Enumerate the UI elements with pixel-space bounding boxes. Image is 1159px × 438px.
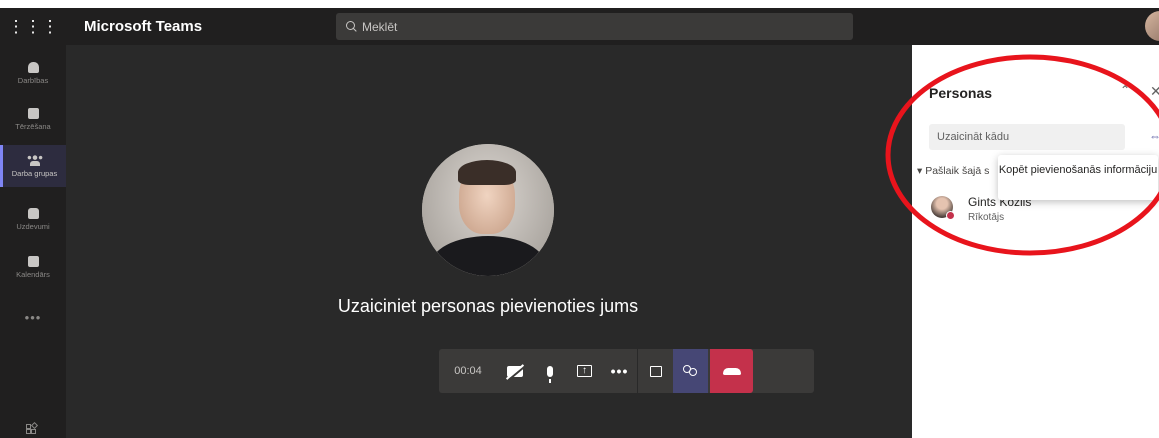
microphone-icon [546,365,553,383]
participants-icon [683,365,698,377]
title-bar: ⋮⋮⋮ Microsoft Teams Meklēt [0,8,1159,45]
show-conversation-button[interactable] [638,349,673,393]
chat-icon [27,107,39,119]
teams-icon [26,154,43,166]
more-options-icon: ••• [610,363,629,379]
rail-item-calendar[interactable]: Kalendārs [0,246,66,288]
search-placeholder: Meklēt [362,19,398,34]
invite-message: Uzaiciniet personas pievienoties jums [337,296,639,316]
call-controls: 00:04 ↑ ••• [439,349,814,393]
participant-avatar [422,144,554,276]
more-apps-icon[interactable]: ••• [0,310,66,325]
hang-up-button[interactable] [710,349,753,393]
rail-item-label: Kalendārs [16,269,50,279]
teams-window: ⋮⋮⋮ Microsoft Teams Meklēt Darbības Tērz… [0,0,1159,438]
assignments-icon [27,207,39,219]
rail-item-label: Tērzēšana [15,121,51,131]
panel-title: Personas [929,85,993,101]
share-invite-icon[interactable]: ⇔ [1149,129,1159,143]
rail-item-label: Darbības [17,75,49,85]
rail-item-label: Uzdevumi [16,221,50,231]
status-badge [946,211,955,220]
panel-more-icon[interactable]: ⌃ [1120,83,1130,97]
rail-item-chat[interactable]: Tērzēšana [0,98,66,140]
call-timer: 00:04 [454,365,482,377]
apps-icon[interactable] [26,421,39,436]
bell-icon [27,61,39,73]
participant-role: Rīkotājs [968,212,1005,223]
more-actions-button[interactable]: ••• [602,349,637,393]
camera-off-icon [506,365,523,377]
rail-item-assignments[interactable]: Uzdevumi [0,198,66,240]
rail-item-label: Darba grupas [11,169,58,178]
show-participants-button[interactable] [673,349,708,393]
people-panel: Personas ⌃ ✕ Uzaicināt kādu ⇔ ▾ Pašlaik … [912,45,1159,438]
invite-someone-input[interactable]: Uzaicināt kādu [929,124,1125,150]
conversation-icon [649,365,662,377]
search-input[interactable]: Meklēt [336,13,853,40]
meeting-stage: Uzaiciniet personas pievienoties jums 00… [66,45,912,438]
chevron-down-icon: ▾ [917,165,926,177]
copy-join-info-tooltip: Kopēt pievienošanās informāciju [998,155,1158,200]
app-launcher-icon[interactable]: ⋮⋮⋮ [0,8,66,45]
hang-up-icon [722,367,741,375]
calendar-icon [27,255,39,267]
camera-toggle-button[interactable] [497,349,532,393]
rail-item-activity[interactable]: Darbības [0,52,66,94]
rail-item-teams[interactable]: Darba grupas [0,145,66,187]
share-button[interactable]: ↑ [567,349,602,393]
app-name: Microsoft Teams [84,18,203,35]
search-icon [346,21,357,32]
user-avatar[interactable] [1145,11,1159,41]
app-bar: Darbības Tērzēšana Darba grupas Uzdevumi… [0,45,66,438]
mic-toggle-button[interactable] [532,349,567,393]
section-header[interactable]: ▾ Pašlaik šajā s [917,165,989,177]
close-icon[interactable]: ✕ [1150,83,1159,100]
share-screen-icon: ↑ [577,365,592,377]
section-label: Pašlaik šajā s [925,165,990,177]
